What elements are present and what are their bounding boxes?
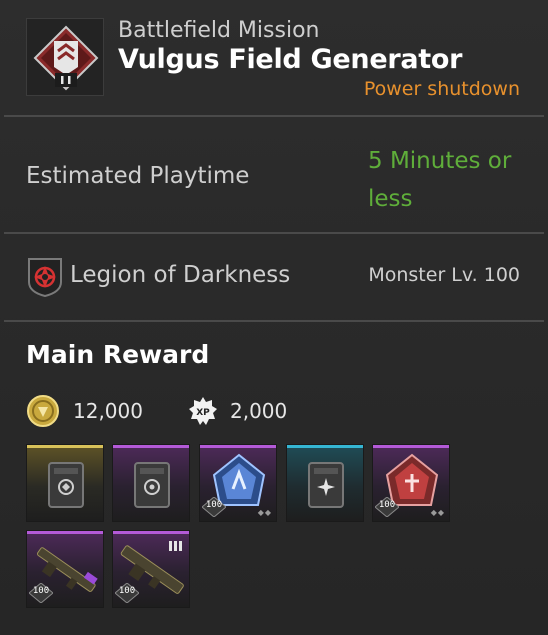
legion-of-darkness-icon bbox=[26, 256, 64, 298]
reward-item-blue-core[interactable]: 100 ◆◆ bbox=[199, 444, 277, 522]
main-reward-title: Main Reward bbox=[26, 340, 210, 369]
item-level: 100 bbox=[32, 586, 50, 596]
reward-item-machine-gun[interactable]: 100 bbox=[112, 530, 190, 608]
item-level-badge: 100 bbox=[115, 583, 139, 603]
item-level-badge: 100 bbox=[202, 497, 226, 517]
mod-module-icon bbox=[134, 462, 170, 508]
item-level: 100 bbox=[118, 586, 136, 596]
xp-icon: XP bbox=[188, 396, 218, 426]
rank-dots: ◆◆ bbox=[430, 508, 445, 517]
item-level: 100 bbox=[378, 500, 396, 510]
mission-title: Vulgus Field Generator bbox=[118, 44, 463, 75]
ammo-icon bbox=[169, 541, 182, 551]
mission-category: Battlefield Mission bbox=[118, 18, 320, 43]
mission-info-panel: Battlefield Mission Vulgus Field Generat… bbox=[0, 0, 548, 635]
reward-item-mod-gold[interactable] bbox=[26, 444, 104, 522]
reward-item-mod-purple[interactable] bbox=[112, 444, 190, 522]
reward-item-red-core[interactable]: 100 ◆◆ bbox=[372, 444, 450, 522]
mod-module-icon bbox=[48, 462, 84, 508]
playtime-label: Estimated Playtime bbox=[26, 163, 250, 189]
rank-dots: ◆◆ bbox=[257, 508, 272, 517]
reward-item-mod-cyan[interactable] bbox=[286, 444, 364, 522]
divider bbox=[4, 232, 544, 234]
mission-emblem-icon bbox=[26, 18, 104, 96]
item-level: 100 bbox=[205, 500, 223, 510]
reward-item-rifle[interactable]: 100 bbox=[26, 530, 104, 608]
mod-module-icon bbox=[308, 462, 344, 508]
monster-level: Monster Lv. 100 bbox=[368, 264, 520, 286]
item-level-badge: 100 bbox=[375, 497, 399, 517]
divider bbox=[4, 115, 544, 117]
divider bbox=[4, 320, 544, 322]
gold-amount: 12,000 bbox=[73, 399, 143, 423]
xp-badge-label: XP bbox=[196, 408, 210, 418]
gold-coin-icon bbox=[26, 394, 60, 428]
playtime-value: 5 Minutes or less bbox=[368, 148, 512, 212]
xp-amount: 2,000 bbox=[230, 399, 288, 423]
mission-subtitle: Power shutdown bbox=[363, 78, 520, 100]
item-level-badge: 100 bbox=[29, 583, 53, 603]
faction-name: Legion of Darkness bbox=[70, 262, 291, 288]
